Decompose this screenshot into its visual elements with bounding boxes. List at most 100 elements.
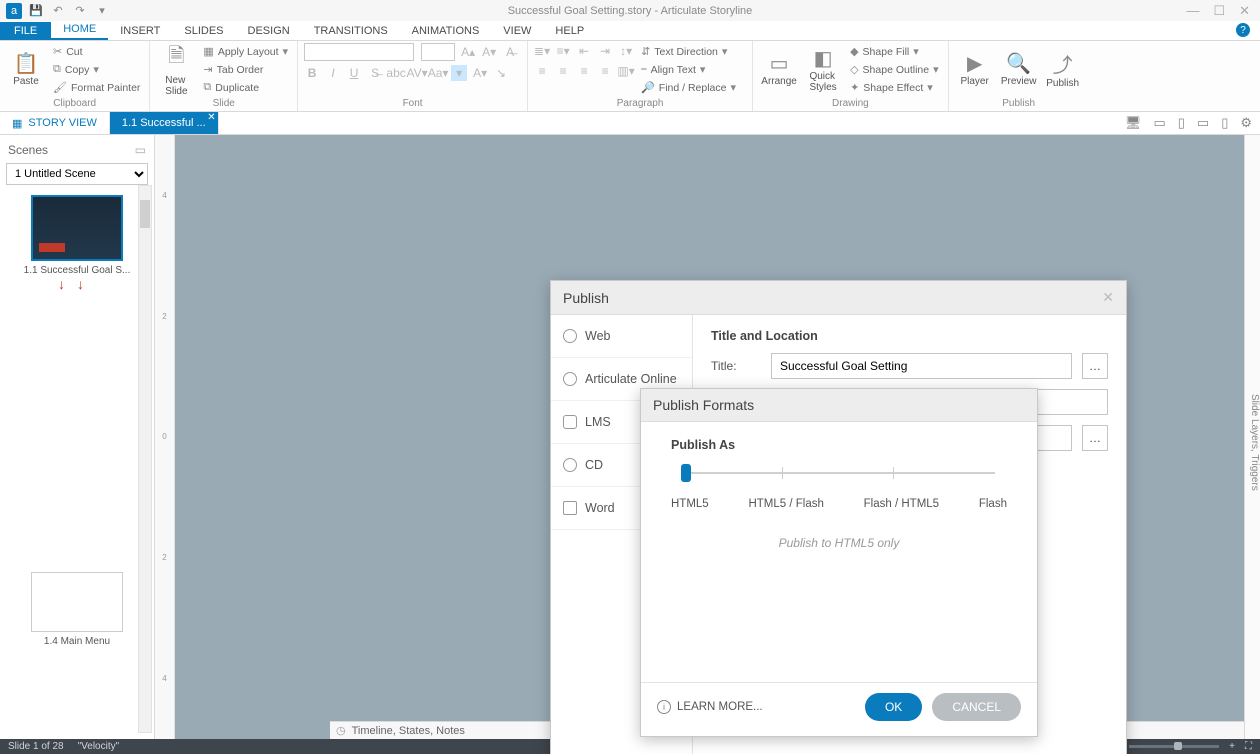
globe-icon (563, 329, 577, 343)
text-direction-icon: ⇵ (641, 45, 650, 58)
close-tab-icon[interactable]: ✕ (207, 112, 215, 123)
qat-dropdown-icon[interactable]: ▾ (94, 3, 110, 19)
line-spacing-icon[interactable]: ↕▾ (618, 43, 634, 59)
tab-slide-1-1[interactable]: 1.1 Successful ... ✕ (110, 112, 219, 134)
zoom-in-icon[interactable]: + (1229, 741, 1235, 752)
publish-button[interactable]: ⤴Publish (1043, 43, 1083, 95)
duplicate-button[interactable]: ⧉Duplicate (200, 79, 291, 96)
publish-close-icon[interactable]: ✕ (1102, 289, 1114, 306)
apply-layout-button[interactable]: ▦Apply Layout▾ (200, 43, 291, 60)
publish-nav-web[interactable]: Web (551, 315, 692, 358)
justify-icon[interactable]: ≡ (597, 63, 613, 79)
font-dialog-icon[interactable]: ↘ (493, 65, 509, 81)
underline-icon[interactable]: U (346, 65, 362, 81)
gear-icon[interactable]: ⚙ (1240, 115, 1252, 131)
align-right-icon[interactable]: ≡ (576, 63, 592, 79)
zoom-slider[interactable] (1129, 745, 1219, 748)
tab-story-view[interactable]: ▦ STORY VIEW (0, 112, 110, 134)
slide-indicator: Slide 1 of 28 (8, 741, 64, 752)
bullets-icon[interactable]: ≣▾ (534, 43, 550, 59)
outdent-icon[interactable]: ⇤ (576, 43, 592, 59)
slider-labels: HTML5 HTML5 / Flash Flash / HTML5 Flash (671, 498, 1007, 510)
document-tabs: ▦ STORY VIEW 1.1 Successful ... ✕ 🖥 ▭ ▯ … (0, 112, 1260, 135)
new-slide-button[interactable]: 🗎 New Slide (156, 43, 196, 95)
formats-learn-more[interactable]: i LEARN MORE... (657, 700, 763, 714)
close-icon[interactable]: ✕ (1239, 3, 1250, 19)
align-left-icon[interactable]: ≡ (534, 63, 550, 79)
zoom-fit-icon[interactable]: ⛶ (1245, 741, 1252, 752)
tab-animations[interactable]: ANIMATIONS (400, 22, 492, 40)
copy-button[interactable]: ⧉Copy▾ (50, 61, 143, 78)
tab-file[interactable]: FILE (0, 22, 51, 40)
undo-icon[interactable]: ↶ (50, 3, 66, 19)
strike-icon[interactable]: S̶ (367, 65, 383, 81)
folder-browse-button[interactable]: … (1082, 425, 1108, 451)
tablet-landscape-icon[interactable]: ▭ (1197, 115, 1209, 131)
arrange-icon: ▭ (770, 51, 789, 76)
window-title: Successful Goal Setting.story - Articula… (508, 5, 753, 17)
desktop-icon[interactable]: 🖥 (1125, 115, 1142, 131)
tab-transitions[interactable]: TRANSITIONS (302, 22, 400, 40)
indent-icon[interactable]: ⇥ (597, 43, 613, 59)
player-button[interactable]: ▶Player (955, 43, 995, 95)
shape-fill-button[interactable]: ◆Shape Fill▾ (847, 43, 942, 60)
shape-effect-button[interactable]: ✦Shape Effect▾ (847, 79, 942, 96)
bold-icon[interactable]: B (304, 65, 320, 81)
cut-button[interactable]: ✂Cut (50, 43, 143, 60)
scene-select[interactable]: 1 Untitled Scene (6, 163, 148, 185)
paste-button[interactable]: 📋 Paste (6, 43, 46, 95)
title-browse-button[interactable]: … (1082, 353, 1108, 379)
numbering-icon[interactable]: ≡▾ (555, 43, 571, 59)
font-family-select[interactable] (304, 43, 414, 61)
format-painter-button[interactable]: 🖌Format Painter (50, 79, 143, 96)
formats-cancel-button[interactable]: CANCEL (932, 693, 1021, 721)
laptop-icon[interactable]: ▭ (1153, 115, 1165, 131)
preview-button[interactable]: 🔍Preview (999, 43, 1039, 95)
grow-font-icon[interactable]: A▴ (460, 44, 476, 60)
font-size-select[interactable] (421, 43, 455, 61)
slider-thumb[interactable] (681, 464, 691, 482)
tab-design[interactable]: DESIGN (236, 22, 302, 40)
clear-format-icon[interactable]: A̶ (502, 44, 518, 60)
align-text-icon: ⎯ (641, 63, 647, 76)
binoculars-icon: 🔎 (641, 81, 655, 94)
flow-arrows: ↓↓ (6, 276, 148, 292)
tab-help[interactable]: HELP (543, 22, 596, 40)
quick-styles-button[interactable]: ◧Quick Styles (803, 43, 843, 95)
slide-thumbnail-2[interactable] (31, 572, 123, 632)
tablet-portrait-icon[interactable]: ▯ (1178, 115, 1185, 131)
font-color-icon[interactable]: A▾ (472, 65, 488, 81)
italic-icon[interactable]: I (325, 65, 341, 81)
slide-thumbnail-1[interactable] (31, 195, 123, 261)
shrink-font-icon[interactable]: A▾ (481, 44, 497, 60)
scenes-scrollbar[interactable] (138, 185, 152, 733)
align-text-button[interactable]: ⎯Align Text▾ (638, 61, 739, 78)
text-direction-button[interactable]: ⇵Text Direction▾ (638, 43, 739, 60)
redo-icon[interactable]: ↷ (72, 3, 88, 19)
help-icon[interactable]: ? (1236, 23, 1250, 37)
shadow-icon[interactable]: abc (388, 65, 404, 81)
formats-ok-button[interactable]: OK (865, 693, 922, 721)
tab-insert[interactable]: INSERT (108, 22, 172, 40)
minimize-icon[interactable]: — (1186, 3, 1199, 19)
arrange-button[interactable]: ▭Arrange (759, 43, 799, 95)
align-center-icon[interactable]: ≡ (555, 63, 571, 79)
scenes-close-icon[interactable]: ▭ (135, 143, 146, 157)
title-input[interactable] (771, 353, 1072, 379)
publish-icon: ⤴ (1053, 49, 1073, 78)
format-slider[interactable] (671, 462, 1007, 492)
phone-icon[interactable]: ▯ (1221, 115, 1228, 131)
char-spacing-icon[interactable]: AV▾ (409, 65, 425, 81)
tab-view[interactable]: VIEW (491, 22, 543, 40)
maximize-icon[interactable]: ☐ (1213, 3, 1225, 19)
columns-icon[interactable]: ▥▾ (618, 63, 634, 79)
change-case-icon[interactable]: Aa▾ (430, 65, 446, 81)
highlight-icon[interactable]: ▾ (451, 65, 467, 81)
shape-outline-button[interactable]: ◇Shape Outline▾ (847, 61, 942, 78)
find-replace-button[interactable]: 🔎Find / Replace▾ (638, 79, 739, 96)
tab-order-icon: ⇥ (203, 63, 212, 76)
save-icon[interactable]: 💾 (28, 3, 44, 19)
tab-order-button[interactable]: ⇥Tab Order (200, 61, 291, 78)
tab-home[interactable]: HOME (51, 20, 108, 40)
tab-slides[interactable]: SLIDES (172, 22, 235, 40)
